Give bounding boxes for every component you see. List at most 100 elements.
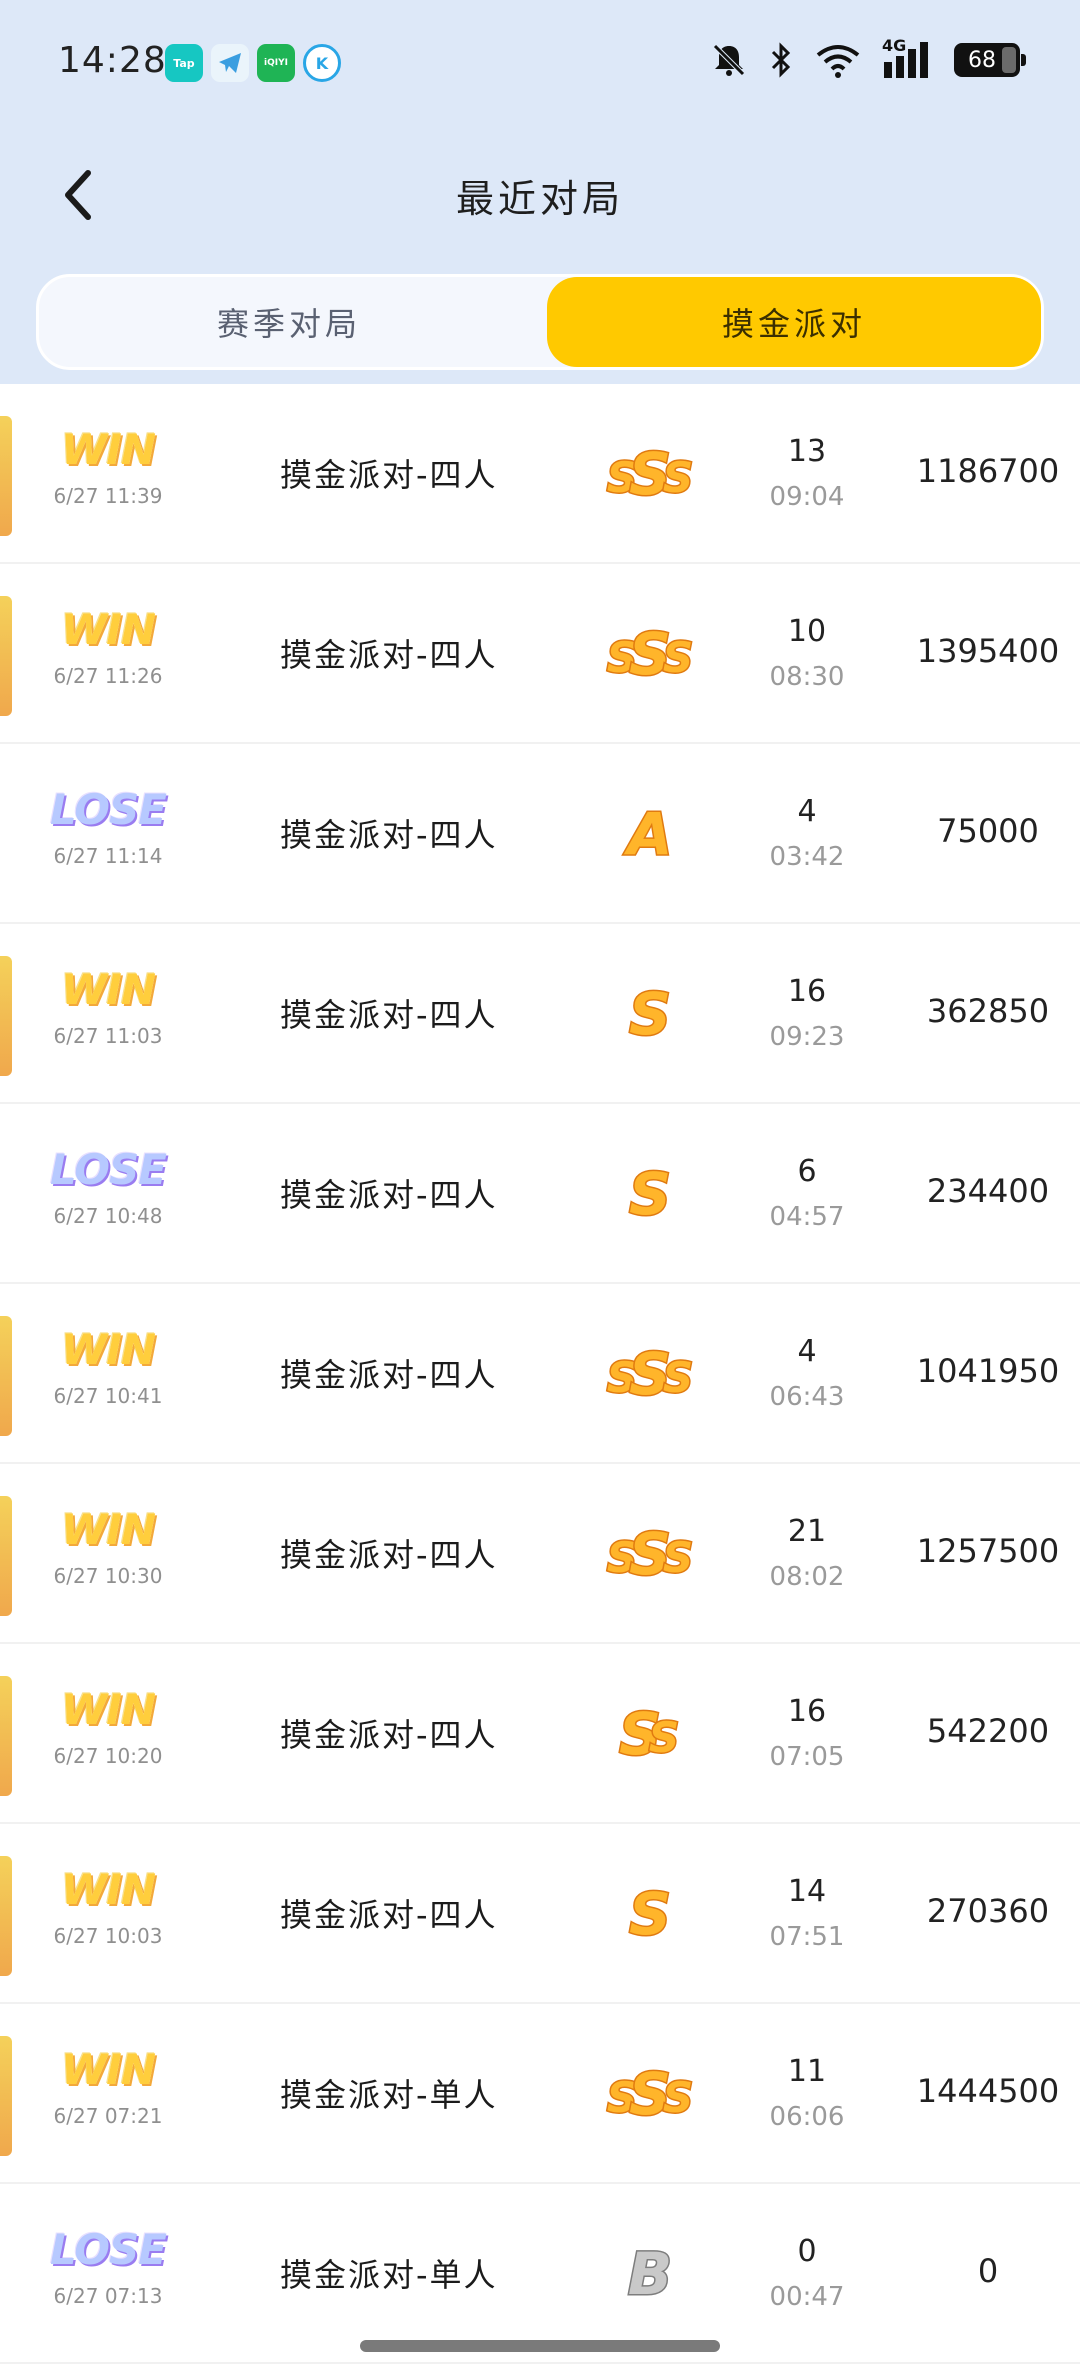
match-row[interactable]: WIN 6/27 11:39 摸金派对-四人 SSS 13 09:04 1186… (0, 384, 1080, 564)
match-row[interactable]: WIN 6/27 07:21 摸金派对-单人 SSS 11 06:06 1444… (0, 2004, 1080, 2184)
win-accent-bar (0, 1316, 12, 1436)
page-title: 最近对局 (455, 177, 624, 221)
tab-bar: 赛季对局 摸金派对 (36, 274, 1044, 370)
score-value: 1395400 (916, 632, 1060, 670)
svg-text:S: S (629, 1880, 671, 1948)
tab-gold-party[interactable]: 摸金派对 (547, 277, 1041, 367)
win-accent-bar (0, 1856, 12, 1976)
duration-value: 08:30 (769, 662, 845, 692)
match-time: 6/27 11:26 (53, 664, 163, 688)
game-mode: 摸金派对-四人 (280, 456, 498, 494)
cellular-signal-icon: 4G (882, 36, 934, 80)
match-time: 6/27 10:41 (53, 1384, 163, 1408)
game-mode: 摸金派对-四人 (280, 816, 498, 854)
svg-text:S: S (663, 633, 693, 682)
score-value: 1186700 (916, 452, 1060, 490)
svg-text:S: S (649, 1713, 679, 1762)
win-accent-bar (0, 416, 12, 536)
match-row[interactable]: LOSE 6/27 10:48 摸金派对-四人 S 6 04:57 234400 (0, 1104, 1080, 1284)
match-time: 6/27 11:03 (53, 1024, 163, 1048)
battery-level: 68 (968, 47, 996, 73)
svg-text:S: S (663, 1533, 693, 1582)
game-mode: 摸金派对-四人 (280, 996, 498, 1034)
rank-value: 21 (787, 1514, 827, 1549)
match-row[interactable]: WIN 6/27 11:26 摸金派对-四人 SSS 10 08:30 1395… (0, 564, 1080, 744)
score-value: 270360 (926, 1892, 1050, 1930)
match-time: 6/27 11:14 (53, 844, 163, 868)
win-badge: WIN (60, 2044, 156, 2094)
svg-text:B: B (628, 2240, 672, 2308)
score-value: 1257500 (916, 1532, 1060, 1570)
duration-value: 08:02 (769, 1562, 845, 1592)
rank-value: 11 (787, 2054, 827, 2089)
win-accent-bar (0, 2036, 12, 2156)
game-mode: 摸金派对-四人 (280, 1716, 498, 1754)
win-accent-bar (0, 1676, 12, 1796)
match-row[interactable]: WIN 6/27 10:30 摸金派对-四人 SSS 21 08:02 1257… (0, 1464, 1080, 1644)
win-accent-bar (0, 956, 12, 1076)
win-badge: WIN (60, 1864, 156, 1914)
match-row[interactable]: WIN 6/27 10:20 摸金派对-四人 SS 16 07:05 54220… (0, 1644, 1080, 1824)
win-accent-bar (0, 1496, 12, 1616)
battery-indicator: 68 (954, 43, 1026, 77)
win-badge: WIN (60, 1684, 156, 1734)
game-mode: 摸金派对-四人 (280, 1176, 498, 1214)
kugou-icon: K (303, 44, 341, 82)
svg-text:S: S (629, 980, 671, 1048)
svg-text:A: A (624, 800, 673, 868)
duration-value: 07:51 (769, 1922, 845, 1952)
match-row[interactable]: WIN 6/27 11:03 摸金派对-四人 S 16 09:23 362850 (0, 924, 1080, 1104)
clock: 14:28 (58, 40, 167, 81)
score-value: 234400 (926, 1172, 1050, 1210)
rank-value: 10 (787, 614, 827, 649)
grade-badge: SSS (590, 432, 710, 516)
bluetooth-icon (771, 42, 791, 78)
svg-text:S: S (663, 2073, 693, 2122)
grade-badge: SSS (590, 1332, 710, 1416)
svg-text:S: S (629, 1160, 671, 1228)
rank-value: 4 (797, 1334, 817, 1369)
score-value: 0 (977, 2252, 999, 2290)
game-mode: 摸金派对-四人 (280, 1896, 498, 1934)
home-indicator[interactable] (360, 2340, 720, 2352)
game-mode: 摸金派对-四人 (280, 1536, 498, 1574)
rank-value: 16 (787, 974, 827, 1009)
grade-badge: S (590, 1872, 710, 1956)
duration-value: 09:04 (769, 482, 845, 512)
match-list: WIN 6/27 11:39 摸金派对-四人 SSS 13 09:04 1186… (0, 384, 1080, 2364)
rank-value: 16 (787, 1694, 827, 1729)
match-row[interactable]: WIN 6/27 10:41 摸金派对-四人 SSS 4 06:43 10419… (0, 1284, 1080, 1464)
grade-badge: S (590, 972, 710, 1056)
notification-app-icons: Tap iQIYI K (165, 44, 341, 82)
iqiyi-icon: iQIYI (257, 44, 295, 82)
game-mode: 摸金派对-四人 (280, 1356, 498, 1394)
game-mode: 摸金派对-四人 (280, 636, 498, 674)
rank-value: 0 (797, 2234, 817, 2269)
lose-badge: LOSE (50, 2224, 167, 2274)
score-value: 1444500 (916, 2072, 1060, 2110)
match-row[interactable]: WIN 6/27 10:03 摸金派对-四人 S 14 07:51 270360 (0, 1824, 1080, 2004)
score-value: 542200 (926, 1712, 1050, 1750)
match-row[interactable]: LOSE 6/27 11:14 摸金派对-四人 A 4 03:42 75000 (0, 744, 1080, 924)
duration-value: 07:05 (769, 1742, 845, 1772)
match-time: 6/27 10:03 (53, 1924, 163, 1948)
rank-value: 14 (787, 1874, 827, 1909)
svg-text:S: S (663, 453, 693, 502)
match-time: 6/27 07:13 (53, 2284, 163, 2308)
score-value: 362850 (926, 992, 1050, 1030)
match-time: 6/27 10:48 (53, 1204, 163, 1228)
duration-value: 04:57 (769, 1202, 845, 1232)
taptap-icon: Tap (165, 44, 203, 82)
game-mode: 摸金派对-单人 (280, 2076, 498, 2114)
match-row[interactable]: LOSE 6/27 07:13 摸金派对-单人 B 0 00:47 0 (0, 2184, 1080, 2364)
rank-value: 13 (787, 434, 827, 469)
tab-season-matches[interactable]: 赛季对局 (39, 277, 539, 367)
grade-badge: SSS (590, 1512, 710, 1596)
win-badge: WIN (60, 604, 156, 654)
duration-value: 09:23 (769, 1022, 845, 1052)
match-time: 6/27 11:39 (53, 484, 163, 508)
duration-value: 00:47 (769, 2282, 845, 2312)
telegram-icon (211, 44, 249, 82)
win-badge: WIN (60, 1324, 156, 1374)
duration-value: 03:42 (769, 842, 845, 872)
